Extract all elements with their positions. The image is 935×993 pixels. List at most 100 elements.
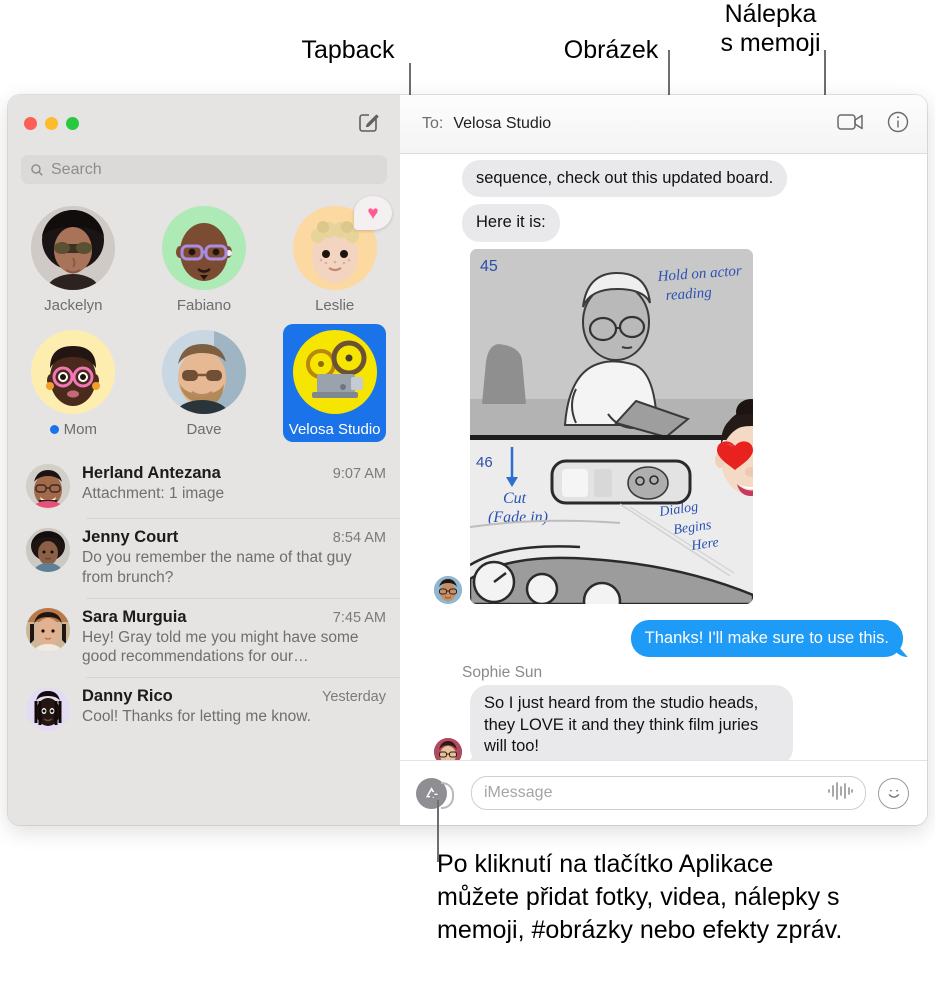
avatar [161,330,246,414]
pinned-item-label: Mom [49,421,97,438]
compose-icon[interactable] [356,111,380,135]
avatar-photo-sender [434,575,462,604]
list-item[interactable]: Sara Murguia 7:45 AM Hey! Gray told me y… [8,597,400,678]
list-item-body: Sara Murguia 7:45 AM Hey! Gray told me y… [82,608,386,668]
heart-icon: ♥ [367,202,379,224]
avatar-photo-jackelyn [31,206,116,290]
header-actions [837,111,909,138]
window-controls[interactable] [24,116,79,130]
svg-text:reading: reading [665,285,713,304]
svg-text:45: 45 [480,258,498,275]
info-icon[interactable] [887,111,909,138]
conversation-time: 9:07 AM [332,466,386,482]
storyboard-drawing: 45 Hold on actor reading 46 Cut (Fade in… [470,248,753,604]
sidebar-titlebar [8,95,400,151]
message-composer: iMessage [400,760,927,825]
pinned-item-label: Dave [186,421,221,438]
list-item-header: Danny Rico Yesterday [82,687,386,706]
audio-waveform-icon[interactable] [827,781,853,805]
search-placeholder: Search [51,160,102,178]
avatar-memoji-mom [46,346,101,406]
tapback-heart-badge[interactable]: ♥ [354,196,392,230]
conversation-name: Danny Rico [82,687,173,706]
search-input[interactable]: Search [21,155,387,184]
callout-label-obrazek: Obrázek [563,36,659,64]
message-bubble-incoming[interactable]: Here it is: [462,204,560,242]
pinned-item-dave[interactable]: Dave [153,324,256,442]
avatar [434,575,462,604]
message-row-outgoing: Thanks! I'll make sure to use this. [418,619,903,658]
list-item-header: Jenny Court 8:54 AM [82,528,386,547]
conversation-time: 7:45 AM [332,609,386,626]
list-item[interactable]: Danny Rico Yesterday Cool! Thanks for le… [8,677,400,741]
svg-text:Cut: Cut [503,490,527,507]
conversation-name: Jenny Court [82,528,179,546]
message-row: Here it is: [462,204,909,242]
avatar-memoji-danny [34,691,62,727]
conversation-preview: Do you remember the name of that guy fro… [82,549,352,586]
close-button[interactable] [24,116,37,130]
avatar [434,737,462,760]
pinned-item-fabiano[interactable]: Fabiano [153,200,256,318]
pinned-item-leslie[interactable]: ♥ Leslie [283,196,392,318]
search-container: Search [8,151,400,194]
avatar-photo-jenny [26,528,70,572]
avatar-film-projector-icon [305,340,367,398]
apps-store-icon[interactable] [416,777,454,809]
conversation-time: Yesterday [322,689,386,706]
list-item-body: Danny Rico Yesterday Cool! Thanks for le… [82,687,386,731]
conversation-time: 8:54 AM [332,530,386,546]
pinned-item-velosa-studio[interactable]: Velosa Studio [283,324,386,442]
minimize-button[interactable] [45,116,58,130]
callout-label-bottom: Po kliknutí na tlačítko Aplikace můžete … [437,850,843,944]
message-row: sequence, check out this updated board. [462,160,909,198]
message-row-image: 45 Hold on actor reading 46 Cut (Fade in… [434,248,909,604]
conversation-name: Herland Antezana [82,464,221,482]
message-row: So I just heard from the studio heads, t… [434,685,909,760]
emoji-smiley-icon[interactable] [878,777,909,809]
avatar [31,330,116,414]
avatar [26,687,70,732]
pinned-item-label: Velosa Studio [289,421,381,438]
list-item-body: Herland Antezana 9:07 AM Attachment: 1 i… [82,464,386,508]
to-label: To: [422,115,444,132]
pinned-item-mom[interactable]: Mom [22,324,125,442]
storyboard-image-attachment[interactable]: 45 Hold on actor reading 46 Cut (Fade in… [470,248,753,604]
recipient-name[interactable]: Velosa Studio [453,115,551,133]
conversation-pane: To: Velosa Studio sequence, check out th… [400,95,927,825]
conversation-preview: Cool! Thanks for letting me know. [82,708,311,726]
avatar [26,464,70,508]
list-item-header: Sara Murguia 7:45 AM [82,608,386,627]
search-icon [31,163,43,176]
pinned-item-label: Leslie [315,297,354,314]
sender-name: Sophie Sun [462,664,543,682]
avatar [26,607,70,652]
avatar-photo-herland [26,464,70,508]
message-thread[interactable]: sequence, check out this updated board. … [400,154,927,760]
pinned-conversations: Jackelyn Fabiano ♥ Leslie Mom Dave Velos… [8,194,400,450]
pinned-item-label: Fabiano [177,297,231,314]
pinned-name-text: Mom [63,421,97,438]
avatar-photo-sara [26,607,70,652]
message-input-placeholder: iMessage [484,784,553,801]
avatar [161,206,246,290]
messages-window: Search Jackelyn Fabiano ♥ Leslie Mom Dav… [8,95,927,825]
message-input[interactable]: iMessage [471,776,866,810]
conversation-header: To: Velosa Studio [400,95,927,154]
pinned-name-text: Dave [186,421,222,438]
video-camera-icon[interactable] [837,113,865,136]
pinned-name-text: Fabiano [176,297,232,314]
pinned-item-jackelyn[interactable]: Jackelyn [22,200,125,318]
message-bubble-incoming[interactable]: sequence, check out this updated board. [462,160,788,198]
pinned-name-text: Velosa Studio [288,421,381,438]
message-bubble-incoming[interactable]: So I just heard from the studio heads, t… [470,685,793,760]
avatar [292,330,377,414]
list-item-header: Herland Antezana 9:07 AM [82,464,386,483]
avatar-memoji-fabiano [175,223,232,281]
message-bubble-outgoing[interactable]: Thanks! I'll make sure to use this. [630,619,903,658]
zoom-button[interactable] [66,116,79,130]
callout-label-tapback: Tapback [301,36,395,64]
list-item[interactable]: Herland Antezana 9:07 AM Attachment: 1 i… [8,454,400,518]
list-item[interactable]: Jenny Court 8:54 AM Do you remember the … [8,518,400,598]
conversation-preview: Hey! Gray told me you might have some go… [82,628,359,666]
